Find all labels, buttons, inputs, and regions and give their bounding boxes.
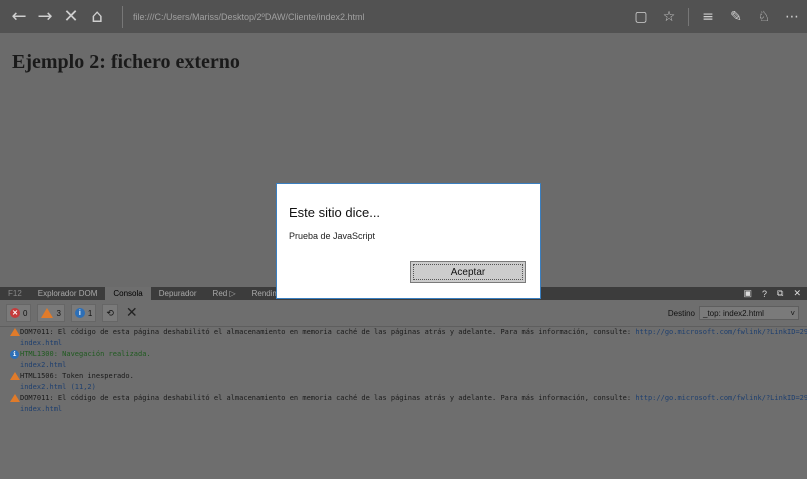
errors-filter-button[interactable]: ✕ 0 [6, 304, 32, 322]
accept-button[interactable]: Aceptar [410, 261, 526, 283]
warnings-filter-button[interactable]: 3 [37, 304, 65, 322]
target-dropdown[interactable]: _top: index2.html ˅ [699, 306, 799, 320]
log-code: DOM7011: [20, 394, 54, 402]
log-link[interactable]: http://go.microsoft.com/fwlink/?LinkID=2… [635, 328, 807, 336]
more-icon[interactable]: ⋯ [783, 9, 801, 25]
warning-icon [41, 308, 54, 318]
log-text: El código de esta página deshabilitó el … [53, 394, 636, 402]
log-source[interactable]: index2.html [0, 360, 807, 371]
console-log: DOM7011: El código de esta página deshab… [0, 327, 807, 415]
close-devtools-icon[interactable]: ✕ [793, 288, 801, 299]
page-heading: Ejemplo 2: fichero externo [12, 51, 240, 73]
log-link[interactable]: http://go.microsoft.com/fwlink/?LinkID=2… [635, 394, 807, 402]
log-source[interactable]: index.html [0, 404, 807, 415]
log-source[interactable]: index2.html (11,2) [0, 382, 807, 393]
favorite-star-icon[interactable]: ☆ [660, 9, 678, 25]
share-icon[interactable]: ♘ [755, 9, 773, 25]
browser-toolbar: ← → ✕ ⌂ file:///C:/Users/Mariss/Desktop/… [0, 0, 807, 33]
address-bar[interactable]: file:///C:/Users/Mariss/Desktop/2ºDAW/Cl… [122, 5, 633, 28]
clear-on-navigate-button[interactable]: ⟲ [102, 304, 118, 322]
info-filter-button[interactable]: i 1 [70, 304, 97, 322]
undock-icon[interactable]: ⧉ [777, 288, 783, 299]
warning-icon [10, 328, 20, 336]
stop-icon[interactable]: ✕ [58, 4, 84, 30]
devtools-panel: F12 Explorador DOM Consola Depurador Red… [0, 287, 807, 479]
dialog-message: Prueba de JavaScript [289, 231, 376, 241]
tab-network-label: Red [212, 289, 228, 298]
warnings-count: 3 [56, 308, 61, 318]
console-toggle-icon[interactable]: ▣ [743, 288, 752, 299]
log-text: El código de esta página deshabilitó el … [53, 328, 636, 336]
forward-icon[interactable]: → [32, 4, 58, 30]
record-icon: ▷ [229, 289, 236, 298]
log-code: HTML1300: [20, 350, 58, 358]
target-selector: Destino _top: index2.html ˅ [668, 306, 799, 320]
back-icon[interactable]: ← [6, 4, 32, 30]
tab-dom-explorer[interactable]: Explorador DOM [30, 287, 106, 300]
log-source[interactable]: index.html [0, 338, 807, 349]
tab-console[interactable]: Consola [105, 287, 151, 300]
info-icon: i [74, 308, 85, 318]
help-icon[interactable]: ? [762, 289, 767, 299]
info-count: 1 [87, 308, 93, 318]
alert-dialog: Este sitio dice... Prueba de JavaScript … [276, 183, 541, 299]
clear-console-icon[interactable]: ✕ [126, 305, 138, 321]
toolbar-right-icons: ▢ ☆ ≡ ✎ ♘ ⋯ [632, 0, 801, 33]
toolbar-divider [688, 7, 689, 26]
tab-debugger[interactable]: Depurador [151, 287, 205, 300]
tab-f12: F12 [8, 289, 22, 298]
target-label: Destino [667, 308, 695, 318]
error-icon: ✕ [10, 308, 20, 318]
browser-window: ← → ✕ ⌂ file:///C:/Users/Mariss/Desktop/… [0, 0, 807, 479]
home-icon[interactable]: ⌂ [84, 4, 110, 30]
log-text: Navegación realizada. [57, 350, 151, 358]
log-code: DOM7011: [20, 328, 54, 336]
chevron-down-icon: ˅ [790, 308, 795, 318]
web-note-icon[interactable]: ✎ [727, 9, 745, 25]
info-icon: i [10, 350, 19, 359]
warning-icon [10, 394, 20, 402]
reading-view-icon[interactable]: ▢ [632, 9, 650, 25]
devtools-window-controls: ▣ ? ⧉ ✕ [743, 287, 801, 300]
target-value: _top: index2.html [703, 308, 764, 318]
log-code: HTML1506: [20, 372, 58, 380]
log-entry: DOM7011: El código de esta página deshab… [0, 327, 807, 338]
tab-network[interactable]: Red ▷ [205, 287, 244, 300]
dialog-title: Este sitio dice... [289, 205, 381, 220]
log-entry: DOM7011: El código de esta página deshab… [0, 393, 807, 404]
errors-count: 0 [23, 308, 28, 318]
console-filter-bar: ✕ 0 3 i 1 ⟲ ✕ Destino _top: index2.html … [0, 300, 807, 327]
address-text: file:///C:/Users/Mariss/Desktop/2ºDAW/Cl… [133, 11, 365, 22]
log-text: Token inesperado. [57, 372, 134, 380]
warning-icon [10, 372, 20, 380]
hub-icon[interactable]: ≡ [699, 9, 717, 25]
clear-on-navigate-icon: ⟲ [106, 307, 114, 318]
log-entry: i HTML1300: Navegación realizada. [0, 349, 807, 360]
log-entry: HTML1506: Token inesperado. [0, 371, 807, 382]
